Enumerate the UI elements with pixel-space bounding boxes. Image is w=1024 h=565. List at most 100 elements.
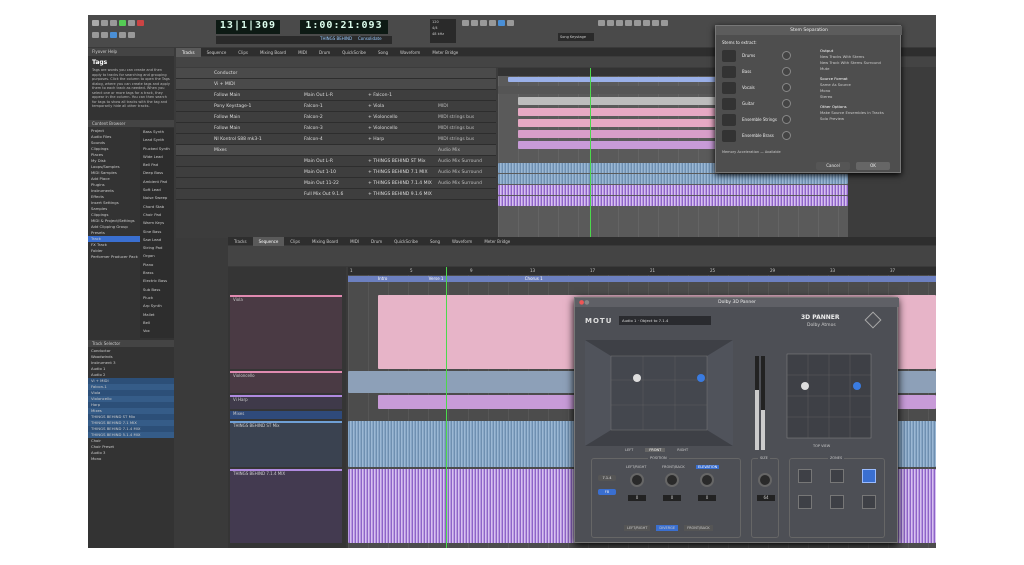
browser-list-item[interactable]: Bell	[140, 319, 174, 327]
section-verse1[interactable]: Verse 1	[389, 276, 444, 281]
browser-list-item[interactable]: Vox	[140, 327, 174, 335]
countoff-icon[interactable]	[128, 32, 135, 38]
sequence-playhead[interactable]	[446, 267, 447, 548]
browser-list-item[interactable]: Noise Sweep	[140, 194, 174, 202]
mix-714-header[interactable]: THINGS BEHIND 7.1.4 MIX	[230, 469, 342, 543]
scissors-icon[interactable]	[471, 20, 478, 26]
browser-list-item[interactable]: Mallet	[140, 311, 174, 319]
select-icon[interactable]	[498, 20, 505, 26]
track-selector-header[interactable]: Track Selector	[88, 340, 174, 347]
browser-list-item[interactable]: Piano	[140, 261, 174, 269]
view-tabs[interactable]: LEFT FRONT RIGHT	[625, 448, 688, 452]
stem-level-dial[interactable]	[782, 83, 791, 92]
tempo-box[interactable]: 120 4/4 48 kHz	[430, 19, 456, 43]
record-icon[interactable]	[137, 20, 144, 26]
size-value[interactable]: 64	[757, 495, 775, 501]
browser-list-item[interactable]: Lead Synth	[140, 136, 174, 144]
sequence-ruler[interactable]: 1 5 9 13 17 21 25 29 33 37	[348, 267, 936, 275]
metronome-icon[interactable]	[119, 32, 126, 38]
browser-list-item[interactable]: Warm Keys	[140, 219, 174, 227]
stem-level-dial[interactable]	[782, 131, 791, 140]
zone-4[interactable]	[798, 495, 812, 509]
browser-list-item[interactable]: Wide Lead	[140, 153, 174, 161]
mix-st-header[interactable]: THINGS BEHIND ST Mix	[230, 421, 342, 467]
stop-icon[interactable]	[110, 20, 117, 26]
pencil-icon[interactable]	[480, 20, 487, 26]
viola-header[interactable]: Viola	[230, 295, 342, 369]
forward-icon[interactable]	[101, 20, 108, 26]
speaker-icon[interactable]	[489, 20, 496, 26]
mix-714-clip[interactable]	[498, 185, 848, 195]
stem-level-dial[interactable]	[782, 67, 791, 76]
stem-row[interactable]: Drums	[722, 48, 812, 64]
cello-header[interactable]: Violoncello	[230, 371, 342, 393]
table-row[interactable]: Follow Main Falcon-2 + Violoncello MIDI str…	[176, 112, 496, 123]
speaker-object-white[interactable]	[633, 374, 641, 382]
zone-1[interactable]	[798, 469, 812, 483]
time-display[interactable]: 1:00:21:093	[300, 20, 388, 34]
table-row[interactable]: Main Out 11-22 + THINGS BEHIND 7.1.4 MIX A…	[176, 178, 496, 189]
zone-6[interactable]	[862, 495, 876, 509]
top-object-blue[interactable]	[853, 382, 861, 390]
fb-knob[interactable]	[665, 473, 679, 487]
browser-item[interactable]: Performer Producer Pack	[88, 254, 140, 260]
notation-icon[interactable]	[625, 20, 632, 26]
table-row[interactable]: Conductor	[176, 68, 496, 79]
playhead[interactable]	[590, 68, 591, 238]
browser-list-item[interactable]: Deep Bass	[140, 169, 174, 177]
stem-row[interactable]: Bass	[722, 64, 812, 80]
mix-71-clip[interactable]	[498, 174, 848, 184]
view-right[interactable]: RIGHT	[677, 448, 688, 452]
transport-buttons[interactable]	[92, 20, 146, 27]
other-solo[interactable]: Solo Preview	[820, 116, 884, 122]
fb-button[interactable]: FB	[598, 489, 616, 495]
edit-tools[interactable]	[462, 20, 516, 27]
browser-list-item[interactable]: Pluck	[140, 294, 174, 302]
grid-icon[interactable]	[507, 20, 514, 26]
browser-list-item[interactable]: String Pad	[140, 244, 174, 252]
fb-value[interactable]: 0	[663, 495, 681, 501]
track-selector-item[interactable]: Mono	[88, 456, 174, 462]
browser-list-item[interactable]: Saw Lead	[140, 236, 174, 244]
stem-row[interactable]: Vocals	[722, 80, 812, 96]
stem-level-dial[interactable]	[782, 99, 791, 108]
drum-icon[interactable]	[634, 20, 641, 26]
mode-fb[interactable]: FRONT/BACK	[684, 525, 713, 531]
table-row[interactable]: Mixes Audio Mix	[176, 145, 496, 156]
stem-level-dial[interactable]	[782, 51, 791, 60]
size-knob[interactable]	[758, 473, 772, 487]
content-browser-header[interactable]: Content Browser	[88, 120, 174, 127]
section-marker-strip[interactable]: Intro Verse 1 Chorus 1	[348, 276, 936, 282]
top-object-white[interactable]	[801, 382, 809, 390]
room-view[interactable]	[585, 340, 733, 446]
opt-mute[interactable]: Mute	[820, 66, 884, 72]
settings-gear-icon[interactable]	[864, 311, 882, 329]
browser-list-item[interactable]: Bass Synth	[140, 128, 174, 136]
view-buttons[interactable]	[598, 20, 670, 27]
view-front[interactable]: FRONT	[645, 448, 666, 452]
browser-list-item[interactable]: Organ	[140, 252, 174, 260]
zone-2[interactable]	[830, 469, 844, 483]
browser-list-item[interactable]: Bell Pad	[140, 161, 174, 169]
mix-916-clip[interactable]	[498, 196, 848, 206]
lr-knob[interactable]	[630, 473, 644, 487]
markers-icon[interactable]	[652, 20, 659, 26]
table-row[interactable]: NI Kontrol S88 mk3-1 Falcon-4 + Harp MIDI s…	[176, 134, 496, 145]
format-714-button[interactable]: 7.1.4	[598, 475, 616, 481]
browser-list-item[interactable]: Plucked Synth	[140, 145, 174, 153]
table-row[interactable]: Follow Main Falcon-3 + Violoncello MIDI str…	[176, 123, 496, 134]
zone-5[interactable]	[830, 495, 844, 509]
cancel-button[interactable]: Cancel	[816, 162, 850, 170]
cycle-icon[interactable]	[110, 32, 117, 38]
rewind-icon[interactable]	[92, 20, 99, 26]
zone-3[interactable]	[862, 469, 876, 483]
section-intro[interactable]: Intro	[348, 276, 387, 281]
mixes-header[interactable]: Mixes	[230, 411, 342, 419]
ok-button[interactable]: OK	[856, 162, 890, 170]
browser-list-item[interactable]: Ambient Pad	[140, 178, 174, 186]
stem-row[interactable]: Ensemble Strings	[722, 112, 812, 128]
pause-icon[interactable]	[128, 20, 135, 26]
mixer-icon[interactable]	[598, 20, 605, 26]
preset-select[interactable]: Audio 1 · Object to 7.1.4	[619, 316, 711, 325]
view-left[interactable]: LEFT	[625, 448, 633, 452]
